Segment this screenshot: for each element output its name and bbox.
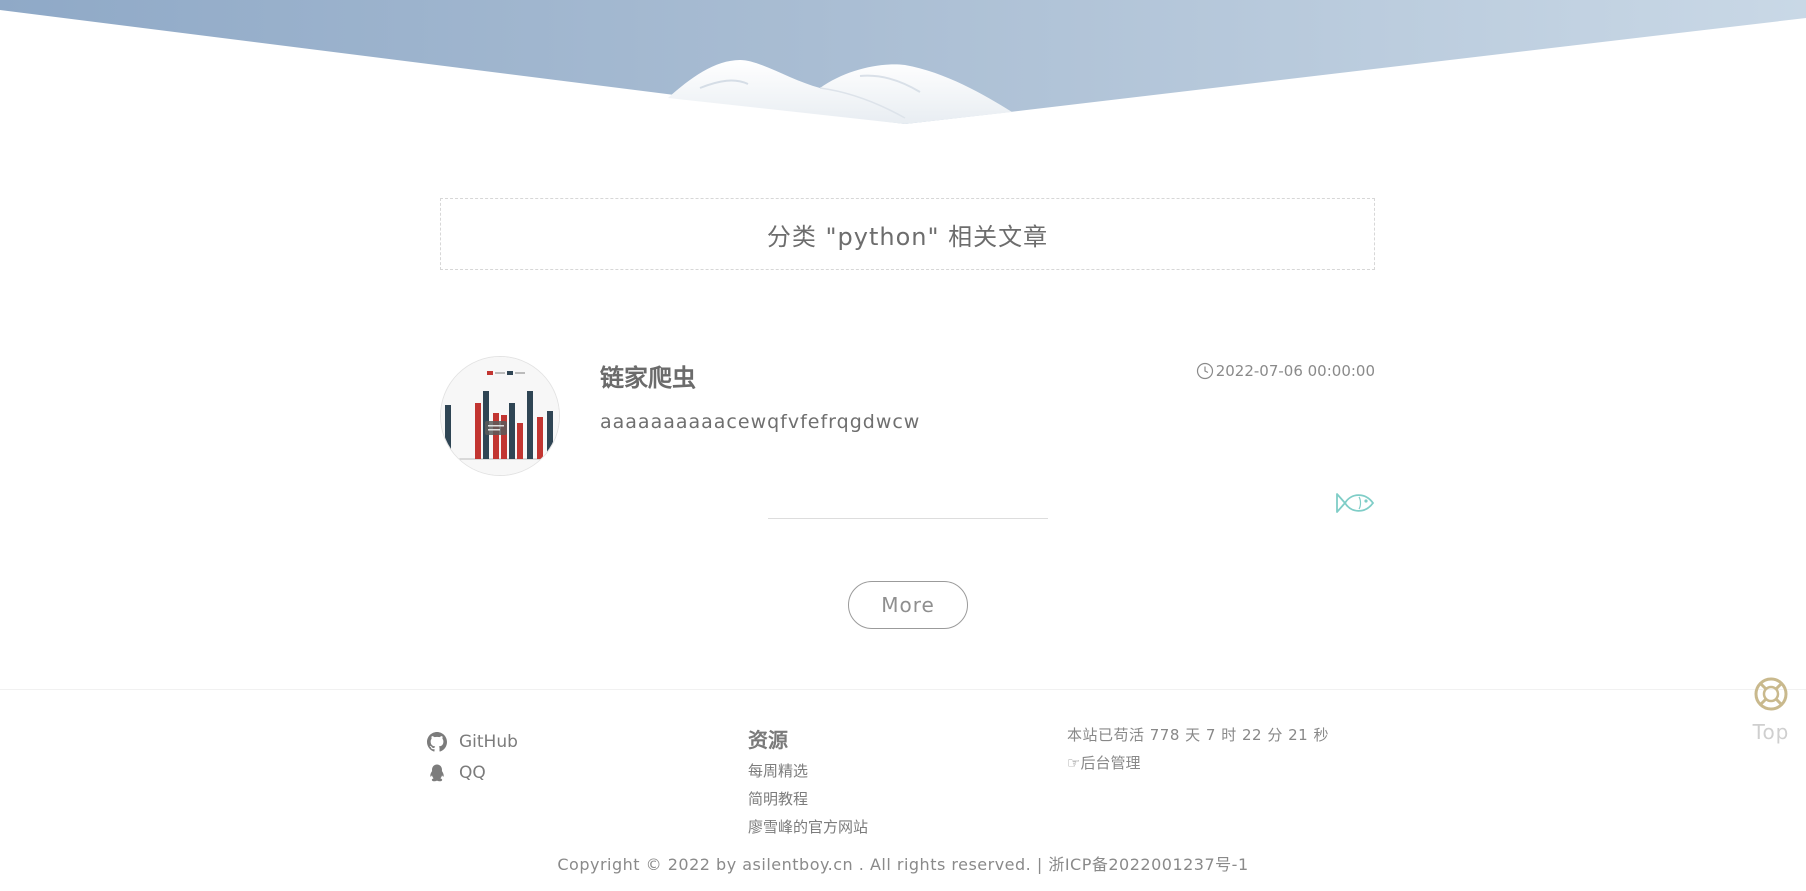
resource-link-tutorial[interactable]: 简明教程 (748, 785, 868, 813)
bar-chart-thumbnail-icon (441, 357, 559, 475)
copyright-text: Copyright © 2022 by asilentboy.cn . All … (557, 855, 1249, 874)
back-to-top-button[interactable]: Top (1745, 674, 1797, 744)
github-icon (427, 731, 447, 752)
snow-mountain-banner (0, 0, 1806, 124)
github-link[interactable]: GitHub (427, 726, 518, 757)
article-thumbnail[interactable] (440, 356, 560, 476)
resources-title: 资源 (748, 728, 788, 752)
resource-link-liaoxuefeng[interactable]: 廖雪峰的官方网站 (748, 813, 868, 841)
article-title[interactable]: 链家爬虫 (600, 358, 696, 393)
admin-link[interactable]: ☞后台管理 (1067, 753, 1329, 773)
qq-icon (430, 764, 444, 781)
github-label: GitHub (459, 731, 518, 752)
hero-banner (0, 0, 1806, 130)
category-title: 分类 "python" 相关文章 (766, 222, 1049, 251)
article-date: 2022-07-06 00:00:00 (1196, 362, 1375, 380)
article-item: 链家爬虫 2022-07-06 00:00:00 aaaaaaaaaacewqf… (440, 356, 1375, 526)
article-divider (768, 518, 1048, 519)
lifebuoy-icon (1754, 677, 1788, 711)
qq-label: QQ (459, 762, 486, 783)
article-date-text: 2022-07-06 00:00:00 (1215, 362, 1375, 380)
clock-icon (1196, 362, 1213, 380)
footer-resources: 资源 每周精选 简明教程 廖雪峰的官方网站 (748, 724, 868, 841)
more-button[interactable]: More (848, 581, 968, 629)
footer-divider (0, 689, 1806, 690)
resource-link-weekly[interactable]: 每周精选 (748, 757, 868, 785)
fish-icon[interactable] (1335, 490, 1375, 520)
footer-site-info: 本站已苟活 778 天 7 时 22 分 21 秒 ☞后台管理 (1067, 725, 1329, 773)
article-summary: aaaaaaaaaacewqfvfefrqgdwcw (600, 411, 921, 433)
copyright: Copyright © 2022 by asilentboy.cn . All … (0, 851, 1806, 875)
back-to-top-label: Top (1752, 720, 1790, 744)
footer-social: GitHub QQ (427, 726, 518, 788)
site-uptime: 本站已苟活 778 天 7 时 22 分 21 秒 (1067, 726, 1329, 744)
category-header: 分类 "python" 相关文章 (440, 198, 1375, 270)
qq-link[interactable]: QQ (427, 757, 518, 788)
